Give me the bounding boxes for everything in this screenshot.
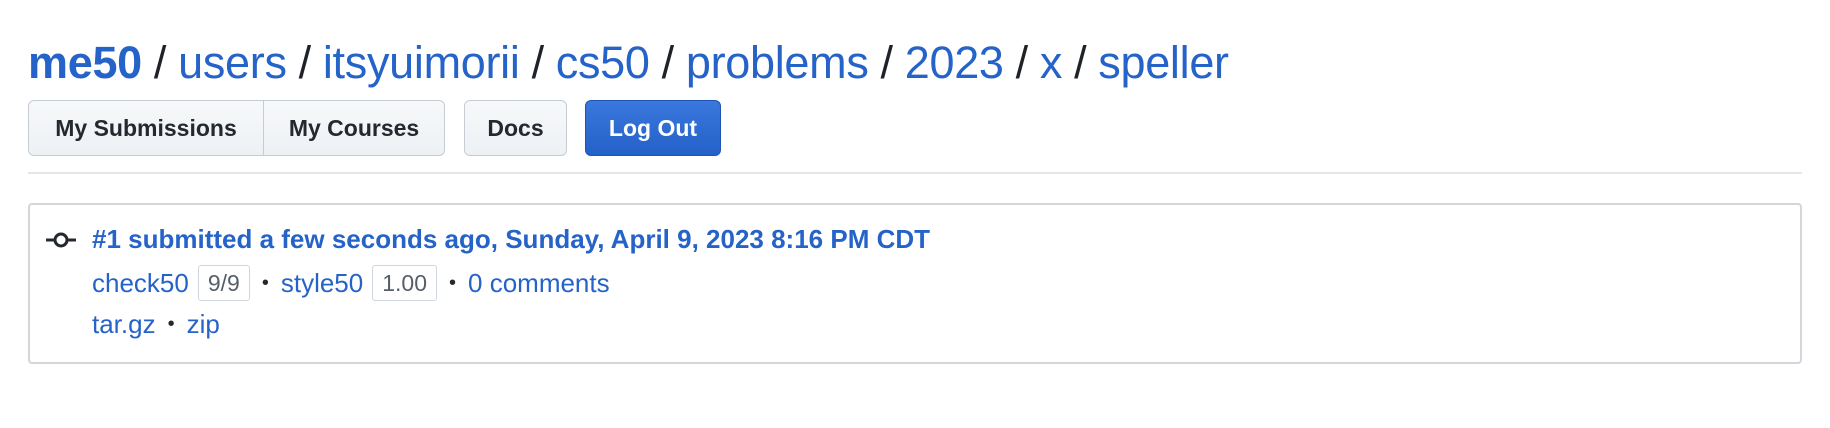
check50-link[interactable]: check50 — [92, 266, 189, 300]
nav-button-row: My Submissions My Courses Docs Log Out — [28, 100, 1802, 156]
style50-score-badge: 1.00 — [372, 265, 437, 301]
breadcrumb-separator: / — [661, 37, 675, 88]
breadcrumb-year[interactable]: 2023 — [905, 37, 1004, 88]
nav-button-group: My Submissions My Courses — [28, 100, 445, 156]
breadcrumb-separator: / — [298, 37, 312, 88]
breadcrumb-x[interactable]: x — [1040, 37, 1063, 88]
divider — [28, 172, 1802, 174]
my-courses-button[interactable]: My Courses — [264, 100, 445, 156]
breadcrumb-user[interactable]: itsyuimorii — [323, 37, 520, 88]
my-submissions-button[interactable]: My Submissions — [28, 100, 264, 156]
page-container: me50/users / itsyuimorii / cs50/problems/202… — [28, 34, 1802, 364]
breadcrumb-course[interactable]: cs50 — [556, 37, 650, 88]
breadcrumb-separator: / — [1015, 37, 1029, 88]
bullet-separator: • — [261, 272, 269, 294]
docs-button[interactable]: Docs — [464, 100, 567, 156]
bullet-separator: • — [167, 313, 175, 335]
commit-icon — [46, 232, 76, 248]
log-out-button[interactable]: Log Out — [585, 100, 721, 156]
submission-card: #1 submitted a few seconds ago, Sunday, … — [28, 203, 1802, 364]
download-zip-link[interactable]: zip — [187, 307, 220, 341]
breadcrumb-separator: / — [531, 37, 545, 88]
breadcrumb-problems[interactable]: problems — [686, 37, 869, 88]
breadcrumb-users[interactable]: users — [178, 37, 287, 88]
bullet-separator: • — [449, 272, 457, 294]
check50-score-badge: 9/9 — [197, 265, 250, 301]
breadcrumb-me50[interactable]: me50 — [28, 37, 142, 88]
breadcrumb-separator: / — [1074, 37, 1087, 88]
breadcrumb: me50/users / itsyuimorii / cs50/problems/202… — [28, 34, 1802, 92]
submission-title-link[interactable]: #1 submitted a few seconds ago, Sunday, … — [92, 222, 930, 256]
style50-link[interactable]: style50 — [281, 266, 363, 300]
breadcrumb-separator: / — [153, 37, 167, 88]
submission-results-line: check50 9/9 • style50 1.00 • 0 comments — [92, 265, 610, 301]
download-tar-gz-link[interactable]: tar.gz — [92, 307, 156, 341]
comments-link[interactable]: 0 comments — [468, 266, 610, 300]
breadcrumb-speller[interactable]: speller — [1098, 37, 1229, 88]
breadcrumb-separator: / — [880, 37, 894, 88]
submission-downloads-line: tar.gz • zip — [92, 307, 220, 341]
